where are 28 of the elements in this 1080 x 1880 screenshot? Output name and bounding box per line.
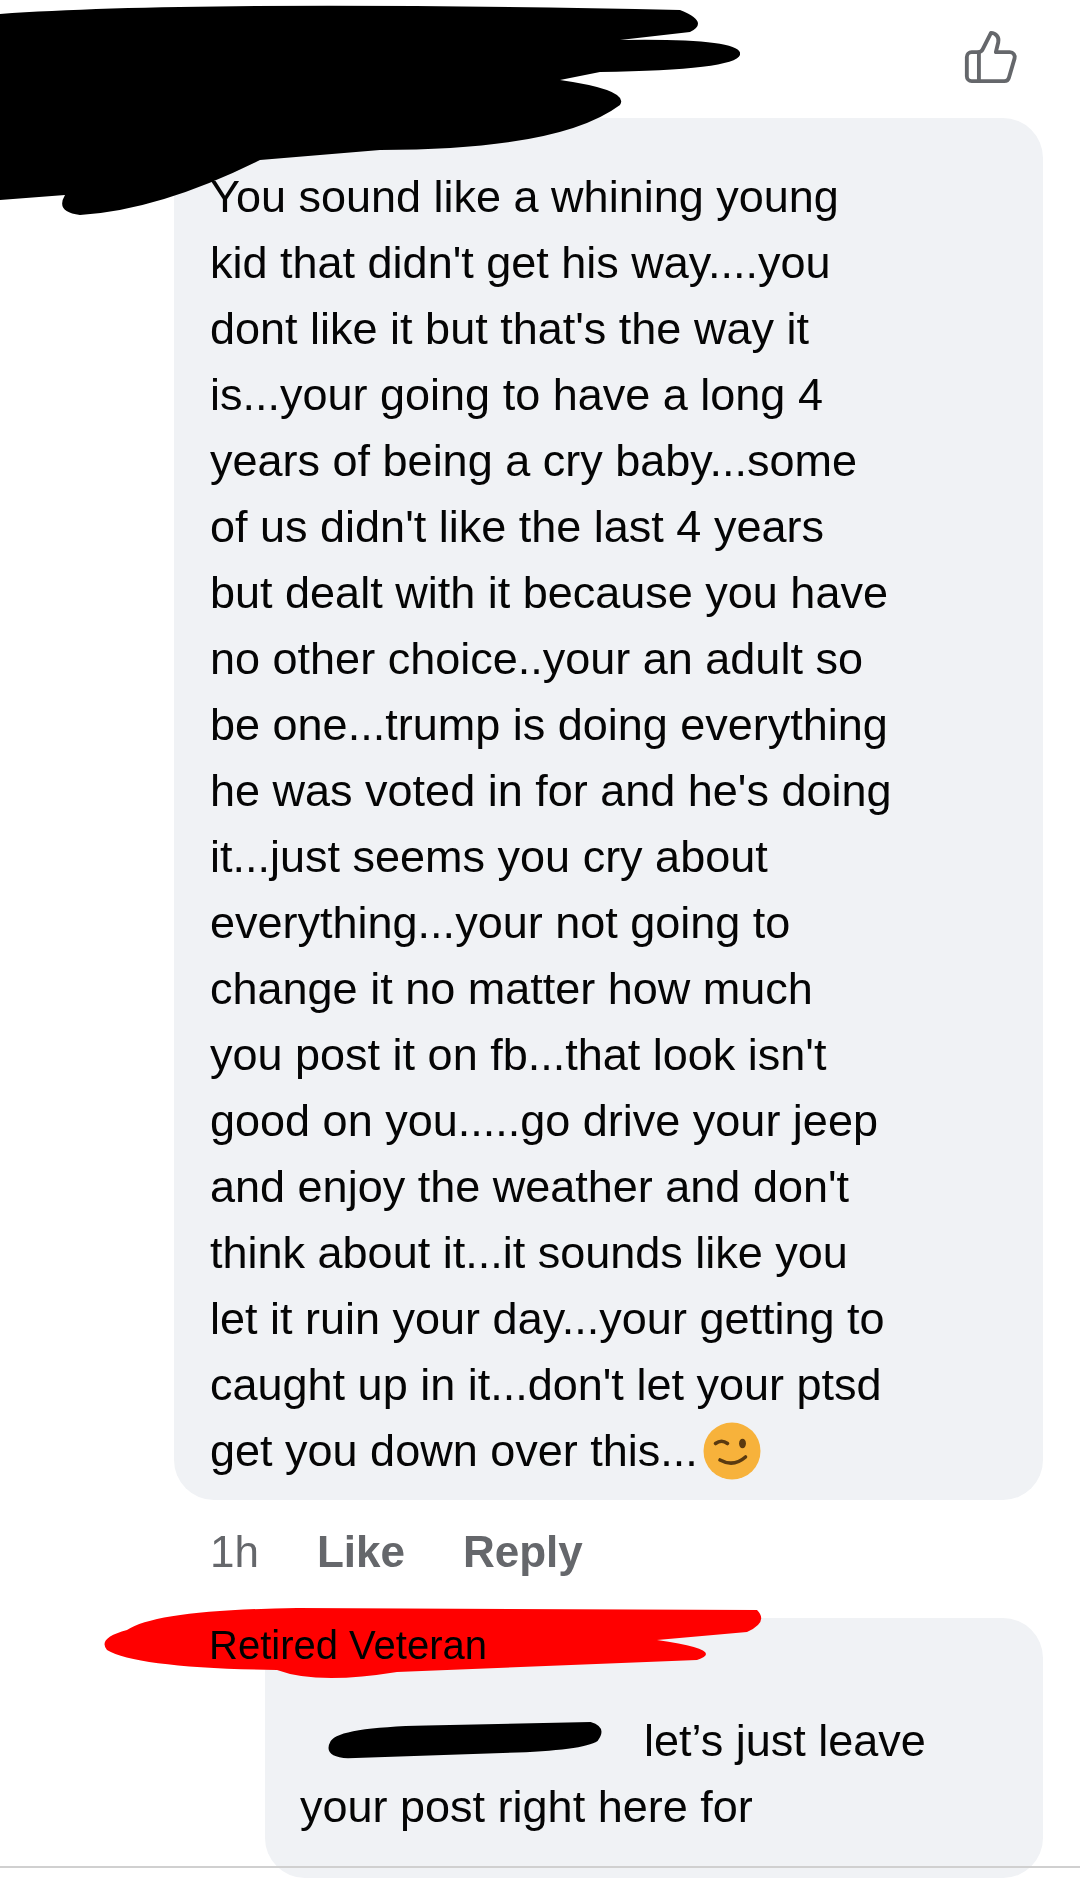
comment-action-link[interactable]: Reply [463, 1519, 583, 1585]
like-icon[interactable] [962, 28, 1020, 86]
comment-text-line: you post it on fb...that look isn't [210, 1028, 827, 1082]
comment-text-line: of us didn't like the last 4 years [210, 500, 824, 554]
reply-text-line: your post right here for [300, 1780, 753, 1834]
comment-text-line: it...just seems you cry about [210, 830, 768, 884]
comment-text-line: think about it...it sounds like you [210, 1226, 848, 1280]
comment-text-line: but dealt with it because you have [210, 566, 888, 620]
comment-text-line: caught up in it...don't let your ptsd [210, 1358, 882, 1412]
comment-text-line: change it no matter how much [210, 962, 813, 1016]
comment-text-line: is...your going to have a long 4 [210, 368, 823, 422]
comment-text-line: be one...trump is doing everything [210, 698, 888, 752]
comment-text-line: years of being a cry baby...some [210, 434, 857, 488]
comment-text-line: good on you.....go drive your jeep [210, 1094, 878, 1148]
comment-text-line: and enjoy the weather and don't [210, 1160, 850, 1214]
comment-text-line: kid that didn't get his way....you [210, 236, 831, 290]
comment-text-line: let it ruin your day...your getting to [210, 1292, 885, 1346]
comment-text-line: get you down over this... [210, 1424, 698, 1478]
comment-text-line: dont like it but that's the way it [210, 302, 809, 356]
reply-text-line: let’s just leave [644, 1714, 926, 1768]
timestamp: 1h [210, 1526, 259, 1578]
comment-text-line: he was voted in for and he's doing [210, 764, 892, 818]
comment-text-line: You sound like a whining young [210, 170, 839, 224]
annotation-text: Retired Veteran [209, 1622, 487, 1669]
comment-text-line: everything...your not going to [210, 896, 791, 950]
wink-emoji-icon [701, 1421, 762, 1481]
comment-action-link[interactable]: Like [316, 1519, 405, 1585]
comment-text-line: no other choice..your an adult so [210, 632, 863, 686]
